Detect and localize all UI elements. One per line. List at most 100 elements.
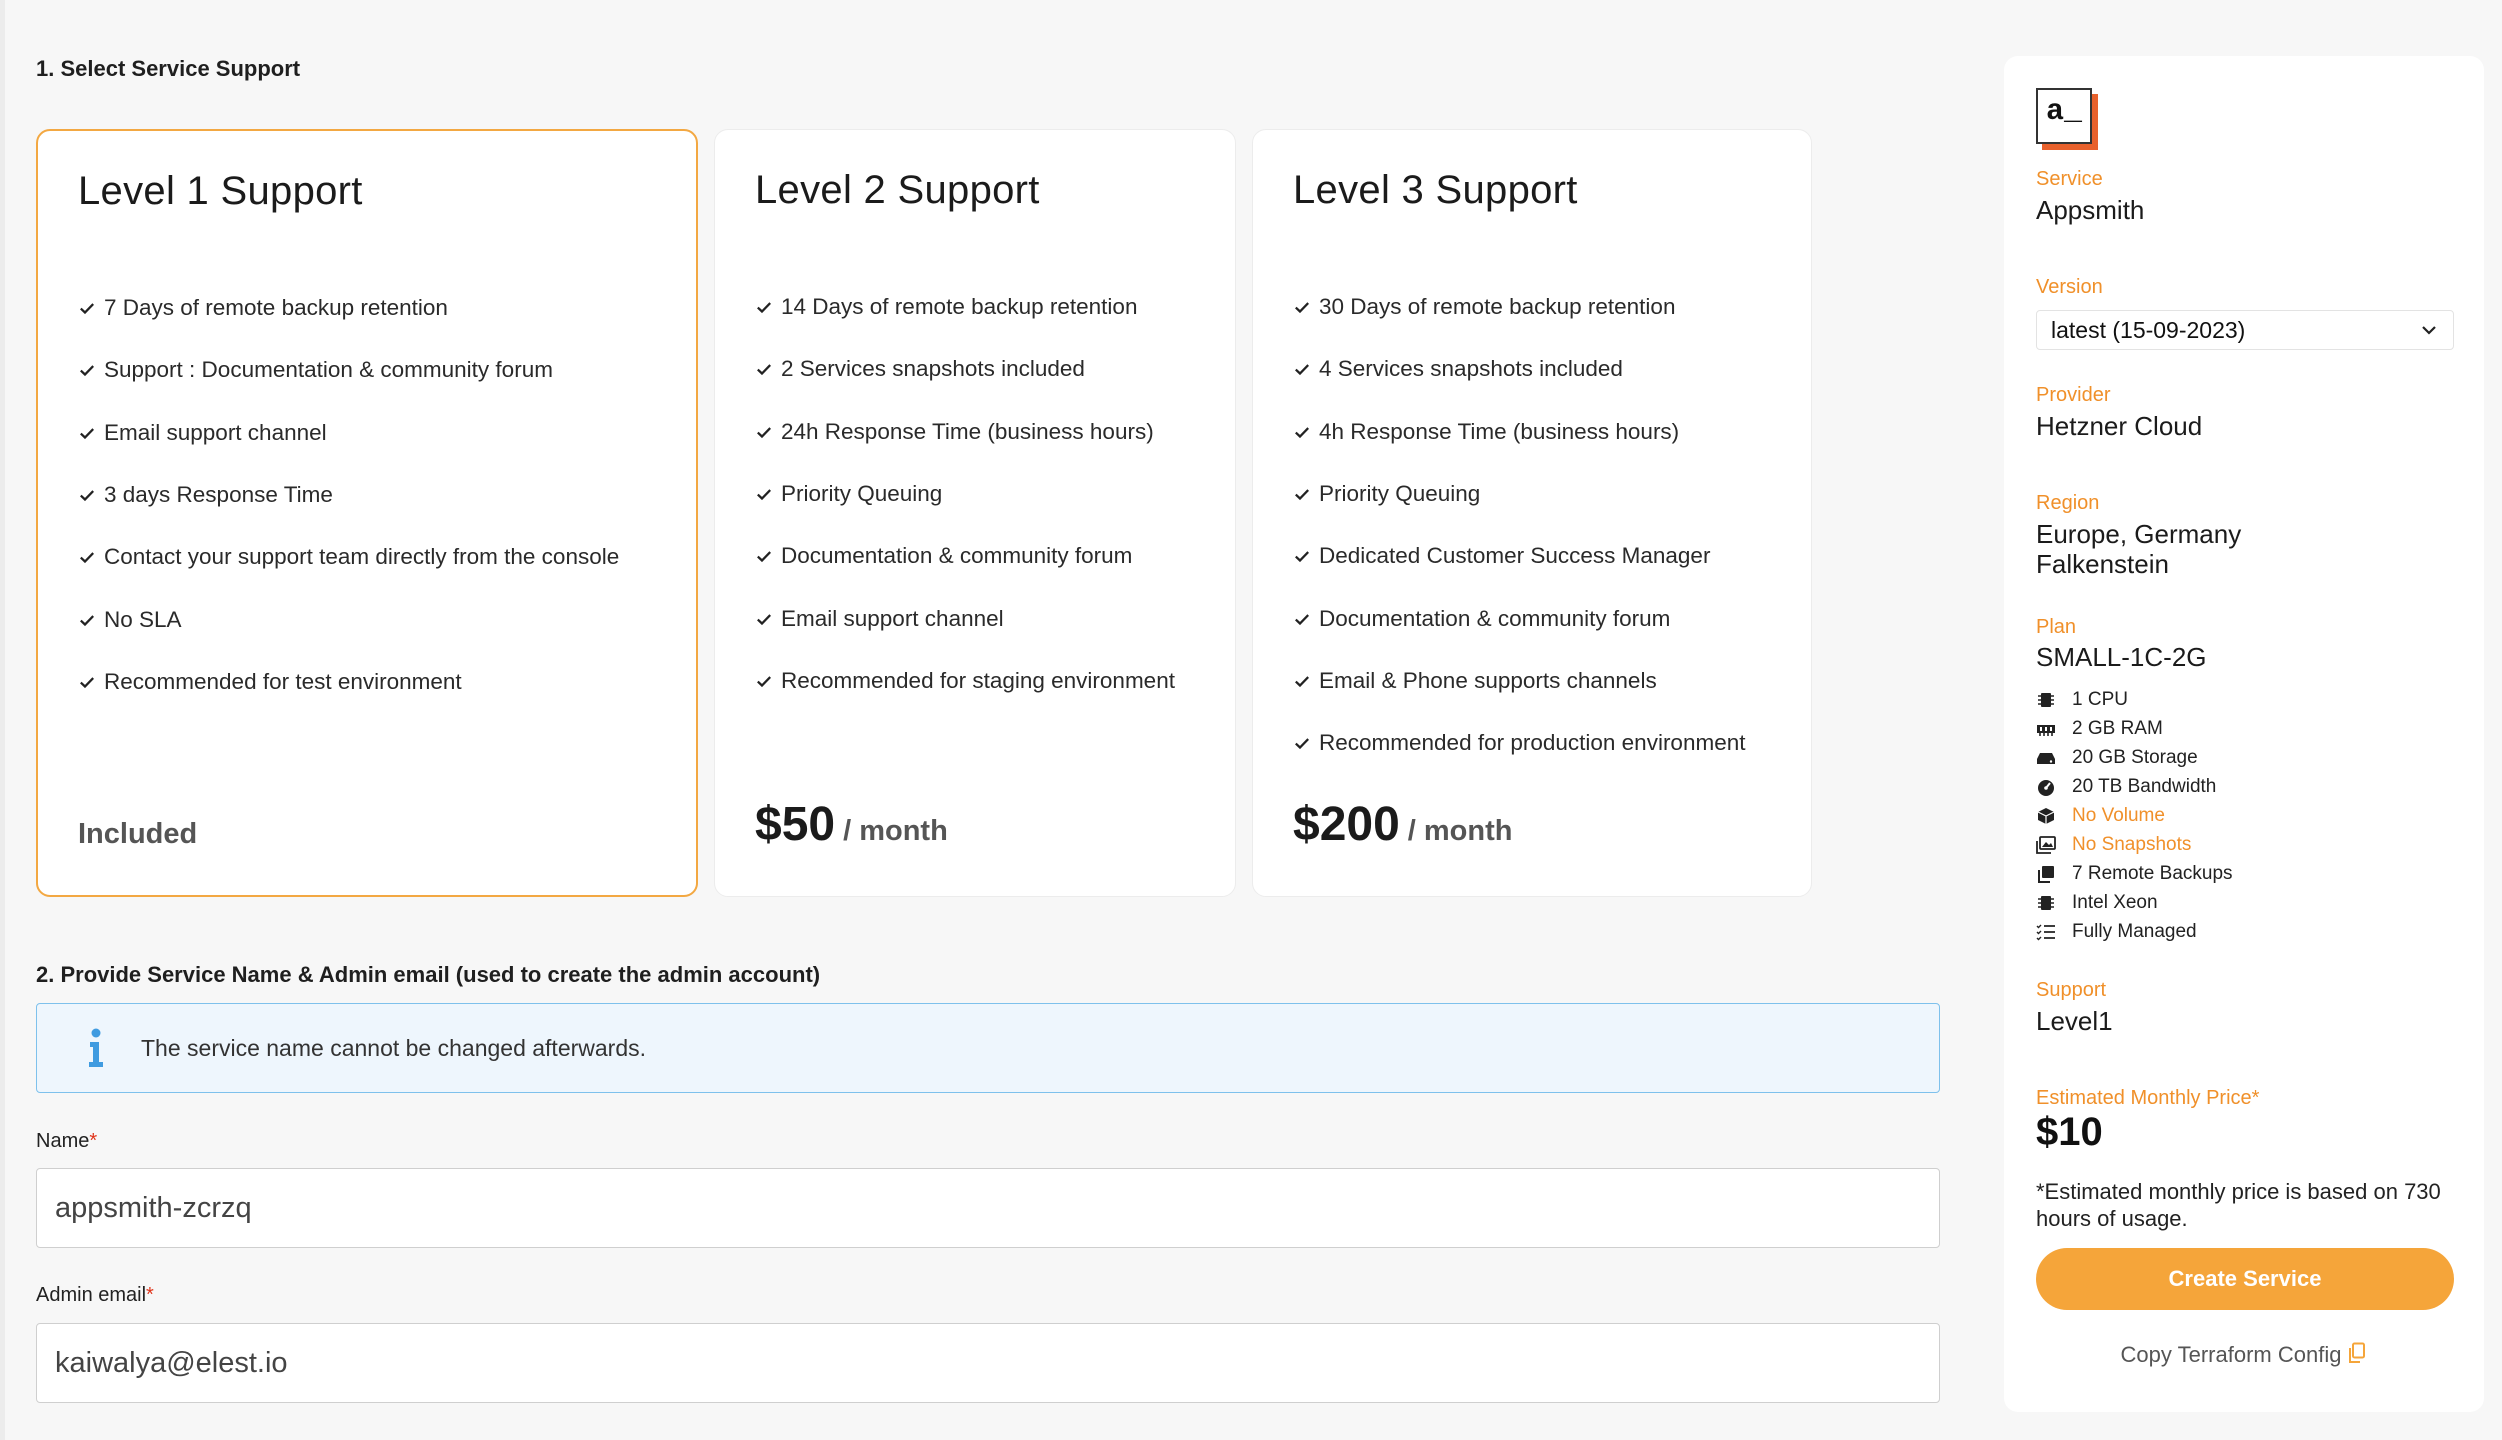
spec-text: 7 Remote Backups xyxy=(2072,862,2233,884)
feature-text: Priority Queuing xyxy=(1319,481,1481,507)
images-icon xyxy=(2036,835,2058,854)
cpu-icon xyxy=(2036,691,2058,709)
admin-email-input[interactable] xyxy=(36,1323,1940,1403)
feature-item: Recommended for production environment xyxy=(1293,712,1745,774)
support-value: Level1 xyxy=(2036,1006,2113,1036)
spec-text: 2 GB RAM xyxy=(2072,718,2163,740)
feature-text: 7 Days of remote backup retention xyxy=(104,295,448,321)
feature-item: 7 Days of remote backup retention xyxy=(78,277,619,339)
create-service-button[interactable]: Create Service xyxy=(2036,1248,2454,1310)
spec-item: Intel Xeon xyxy=(2036,888,2233,917)
feature-text: 30 Days of remote backup retention xyxy=(1319,294,1676,320)
feature-item: Recommended for test environment xyxy=(78,651,619,713)
chevron-down-icon xyxy=(2422,326,2436,335)
check-icon xyxy=(1293,298,1313,316)
plan-title: Level 1 Support xyxy=(78,169,363,213)
check-icon xyxy=(78,486,98,504)
feature-text: Dedicated Customer Success Manager xyxy=(1319,543,1711,569)
support-label: Support xyxy=(2036,979,2107,1001)
price-amount: $200 xyxy=(1293,798,1400,851)
estimated-price-note: *Estimated monthly price is based on 730… xyxy=(2036,1179,2441,1231)
feature-item: 2 Services snapshots included xyxy=(755,338,1175,400)
section-title-service-name: 2. Provide Service Name & Admin email (u… xyxy=(36,962,821,987)
spec-item: 2 GB RAM xyxy=(2036,715,2233,744)
spec-text: 20 GB Storage xyxy=(2072,747,2198,769)
feature-item: Recommended for staging environment xyxy=(755,650,1175,712)
check-icon xyxy=(1293,672,1313,690)
version-select[interactable]: latest (15-09-2023) xyxy=(2036,310,2454,350)
plan-card-level3[interactable]: Level 3 Support 30 Days of remote backup… xyxy=(1252,129,1812,897)
copy-terraform-config-text: Copy Terraform Config xyxy=(2120,1342,2342,1367)
list-check-icon xyxy=(2036,923,2058,941)
feature-item: Documentation & community forum xyxy=(755,525,1175,587)
plan-value: SMALL-1C-2G xyxy=(2036,642,2207,672)
chip-icon xyxy=(2036,894,2058,912)
name-label: Name* xyxy=(36,1130,97,1153)
feature-text: Priority Queuing xyxy=(781,481,943,507)
check-icon xyxy=(1293,610,1313,628)
plan-card-level2[interactable]: Level 2 Support 14 Days of remote backup… xyxy=(714,129,1236,897)
feature-item: 4h Response Time (business hours) xyxy=(1293,401,1745,463)
feature-text: No SLA xyxy=(104,606,182,632)
order-summary-sidebar: a_ Service Appsmith Version latest (15-0… xyxy=(2004,56,2484,1412)
region-label: Region xyxy=(2036,492,2100,514)
check-icon xyxy=(755,672,775,690)
spec-item: No Snapshots xyxy=(2036,830,2233,859)
estimated-price-value: $10 xyxy=(2036,1110,2103,1154)
feature-item: Priority Queuing xyxy=(1293,463,1745,525)
plan-card-level1[interactable]: Level 1 Support 7 Days of remote backup … xyxy=(36,129,698,897)
check-icon xyxy=(78,548,98,566)
estimated-price-label: Estimated Monthly Price* xyxy=(2036,1087,2260,1109)
spec-item: Fully Managed xyxy=(2036,917,2233,946)
feature-text: 14 Days of remote backup retention xyxy=(781,294,1138,320)
feature-list: 30 Days of remote backup retention 4 Ser… xyxy=(1293,276,1745,774)
feature-item: Email & Phone supports channels xyxy=(1293,650,1745,712)
feature-text: Email support channel xyxy=(781,605,1004,631)
region-value-line1: Europe, Germany xyxy=(2036,519,2242,549)
price-included: Included xyxy=(78,818,198,850)
service-name-input[interactable] xyxy=(36,1168,1940,1248)
feature-text: 4h Response Time (business hours) xyxy=(1319,418,1680,444)
check-icon xyxy=(78,361,98,379)
service-logo: a_ xyxy=(2036,88,2098,150)
spec-text: Fully Managed xyxy=(2072,920,2197,942)
clipboard-copy-icon xyxy=(2349,1342,2366,1363)
spec-text: 20 TB Bandwidth xyxy=(2072,776,2217,798)
main-content: 1. Select Service Support Level 1 Suppor… xyxy=(0,0,1990,1440)
logo-text: a_ xyxy=(2036,88,2092,144)
price-row: $200 / month xyxy=(1293,797,1512,852)
feature-text: Recommended for staging environment xyxy=(781,667,1175,693)
left-edge xyxy=(0,0,5,1440)
feature-text: Recommended for test environment xyxy=(104,668,462,694)
feature-item: Dedicated Customer Success Manager xyxy=(1293,525,1745,587)
required-marker: * xyxy=(89,1130,98,1152)
spec-item: 20 GB Storage xyxy=(2036,744,2233,773)
check-icon xyxy=(1293,547,1313,565)
copy-terraform-config-link[interactable]: Copy Terraform Config xyxy=(2004,1342,2484,1368)
plan-label: Plan xyxy=(2036,616,2077,638)
price-unit: / month xyxy=(1407,815,1513,847)
version-value: latest (15-09-2023) xyxy=(2051,316,2246,343)
spec-item: No Volume xyxy=(2036,802,2233,831)
check-icon xyxy=(1293,734,1313,752)
feature-item: 14 Days of remote backup retention xyxy=(755,276,1175,338)
feature-text: Documentation & community forum xyxy=(1319,605,1671,631)
box-icon xyxy=(2036,807,2058,825)
feature-text: 2 Services snapshots included xyxy=(781,356,1085,382)
check-icon xyxy=(1293,360,1313,378)
plan-title: Level 3 Support xyxy=(1293,168,1578,212)
feature-item: 30 Days of remote backup retention xyxy=(1293,276,1745,338)
info-alert: The service name cannot be changed after… xyxy=(36,1003,1940,1093)
copy-icon xyxy=(2036,865,2058,883)
name-label-text: Name xyxy=(36,1130,90,1152)
spec-item: 20 TB Bandwidth xyxy=(2036,773,2233,802)
region-value-line2: Falkenstein xyxy=(2036,549,2169,579)
check-icon xyxy=(755,547,775,565)
feature-text: 4 Services snapshots included xyxy=(1319,356,1623,382)
memory-icon xyxy=(2036,720,2058,738)
check-icon xyxy=(78,424,98,442)
feature-item: 24h Response Time (business hours) xyxy=(755,401,1175,463)
feature-item: Contact your support team directly from … xyxy=(78,526,619,588)
feature-item: 4 Services snapshots included xyxy=(1293,338,1745,400)
plan-title: Level 2 Support xyxy=(755,168,1040,212)
